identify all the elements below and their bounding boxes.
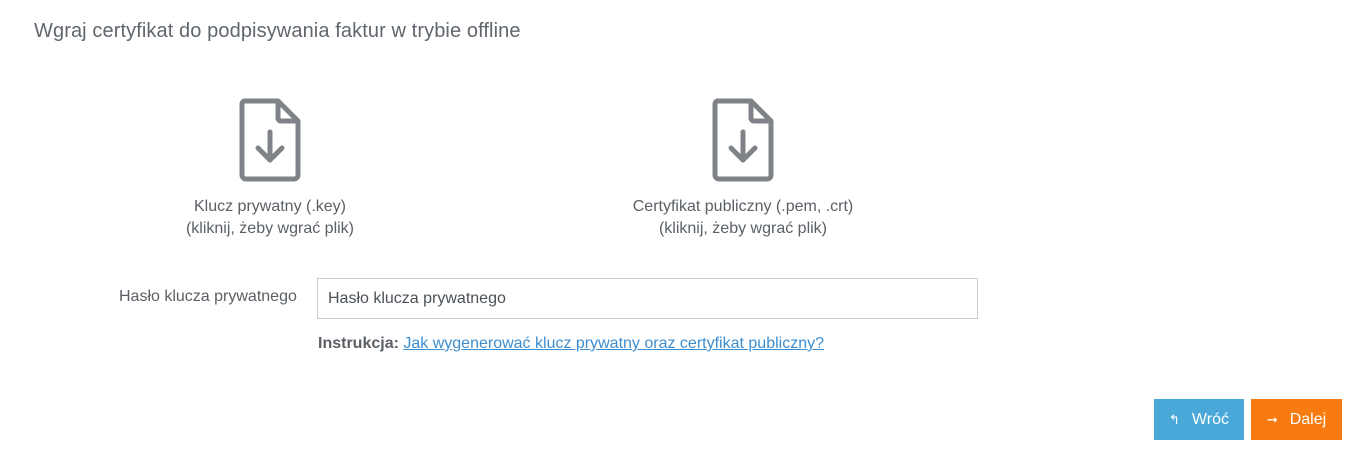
arrow-right-icon: ➞ [1266,412,1278,427]
public-certificate-label: Certyfikat publiczny (.pem, .crt) [632,198,854,215]
file-download-icon [712,98,774,182]
upload-certificate-page: Wgraj certyfikat do podpisywania faktur … [0,0,1356,451]
instruction-prefix: Instrukcja: [318,335,399,352]
private-key-label: Klucz prywatny (.key) [193,198,347,215]
instruction-link[interactable]: Jak wygenerować klucz prywatny oraz cert… [403,335,824,352]
undo-arrow-icon: ↰ [1169,412,1180,427]
next-button[interactable]: ➞ Dalej [1251,399,1342,440]
private-key-upload[interactable]: Klucz prywatny (.key) (kliknij, żeby wgr… [120,98,420,240]
password-input[interactable] [317,278,978,319]
file-download-icon [239,98,301,182]
public-certificate-upload[interactable]: Certyfikat publiczny (.pem, .crt) (klikn… [593,98,893,240]
page-title: Wgraj certyfikat do podpisywania faktur … [34,20,521,42]
public-certificate-hint: (kliknij, żeby wgrać plik) [658,220,828,237]
back-button[interactable]: ↰ Wróć [1154,399,1244,440]
instruction-line: Instrukcja: Jak wygenerować klucz prywat… [318,335,824,353]
next-button-label: Dalej [1289,410,1327,428]
password-label: Hasło klucza prywatnego [119,288,297,305]
private-key-hint: (kliknij, żeby wgrać plik) [185,220,355,237]
back-button-label: Wróć [1191,410,1229,428]
